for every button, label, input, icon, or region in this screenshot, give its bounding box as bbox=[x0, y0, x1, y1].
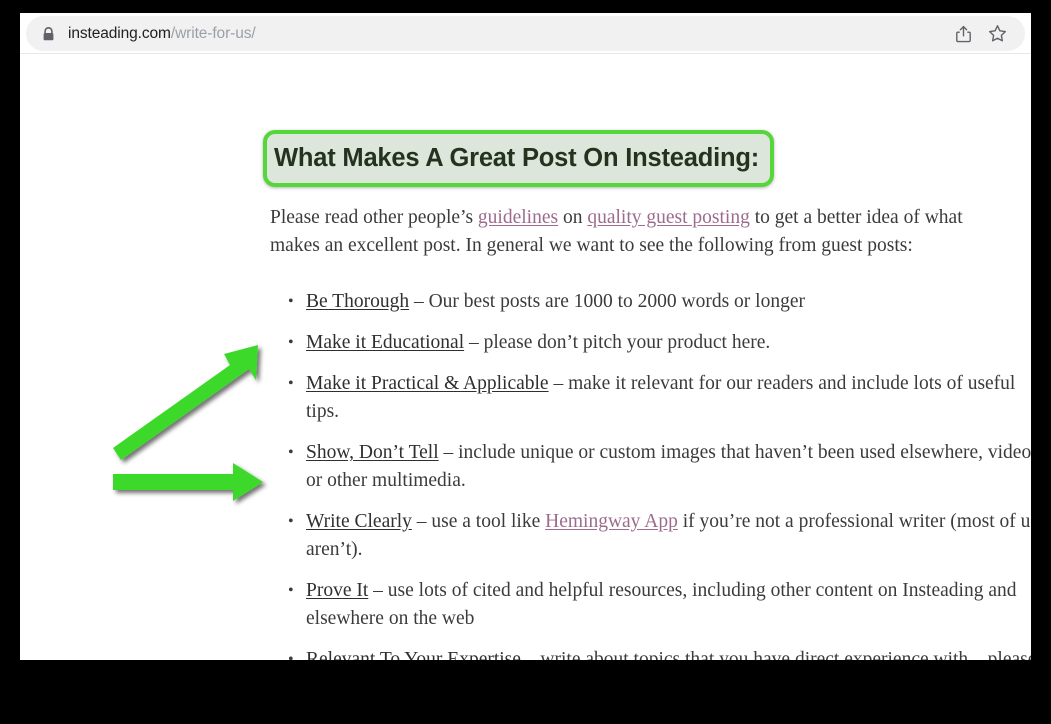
page-title: What Makes A Great Post On Insteading: bbox=[263, 130, 774, 188]
list-item-term: Be Thorough bbox=[306, 291, 410, 312]
list-item: Prove It – use lots of cited and helpful… bbox=[288, 577, 1031, 633]
screenshot-frame: insteading.com/write-for-us/ What Makes … bbox=[0, 0, 1051, 724]
list-item: Relevant To Your Expertise – write about… bbox=[288, 646, 1031, 660]
list-item-text-before: – use a tool like bbox=[411, 511, 546, 532]
guest-post-requirements-list: Be Thorough – Our best posts are 1000 to… bbox=[286, 288, 1031, 660]
list-item-text: – Our best posts are 1000 to 2000 words … bbox=[409, 291, 805, 312]
address-bar[interactable]: insteading.com/write-for-us/ bbox=[26, 16, 1025, 51]
diagonal-arrow-up-right-icon bbox=[113, 345, 258, 460]
list-item-text: – use lots of cited and helpful resource… bbox=[306, 580, 1017, 629]
list-item: Make it Practical & Applicable – make it… bbox=[288, 370, 1031, 426]
list-item-term: Show, Don’t Tell bbox=[306, 442, 439, 463]
list-item-term: Relevant To Your Expertise bbox=[306, 649, 521, 660]
heading-highlight-box: What Makes A Great Post On Insteading: bbox=[263, 130, 774, 188]
guidelines-link[interactable]: guidelines bbox=[478, 207, 558, 228]
url-domain: insteading.com bbox=[68, 24, 171, 42]
browser-window: insteading.com/write-for-us/ What Makes … bbox=[20, 13, 1031, 660]
intro-paragraph: Please read other people’s guidelines on… bbox=[270, 204, 970, 260]
list-item-term: Write Clearly bbox=[306, 511, 412, 532]
list-item: Make it Educational – please don’t pitch… bbox=[288, 329, 1031, 357]
list-item-term: Make it Practical & Applicable bbox=[306, 373, 549, 394]
list-item: Show, Don’t Tell – include unique or cus… bbox=[288, 439, 1031, 495]
share-icon[interactable] bbox=[949, 20, 977, 48]
horizontal-arrow-right-icon bbox=[113, 463, 263, 501]
list-item-text: – please don’t pitch your product here. bbox=[464, 332, 771, 353]
star-icon[interactable] bbox=[983, 20, 1011, 48]
hemingway-app-link[interactable]: Hemingway App bbox=[545, 511, 678, 532]
browser-toolbar: insteading.com/write-for-us/ bbox=[20, 13, 1031, 54]
list-item-term: Make it Educational bbox=[306, 332, 465, 353]
quality-guest-posting-link[interactable]: quality guest posting bbox=[587, 207, 750, 228]
page-content: What Makes A Great Post On Insteading: P… bbox=[20, 54, 1031, 660]
intro-text-1: Please read other people’s bbox=[270, 207, 478, 228]
list-item-term: Prove It bbox=[306, 580, 369, 601]
list-item: Be Thorough – Our best posts are 1000 to… bbox=[288, 288, 1031, 316]
lock-icon bbox=[42, 26, 55, 41]
list-item: Write Clearly – use a tool like Hemingwa… bbox=[288, 508, 1031, 564]
intro-text-2: on bbox=[558, 207, 588, 228]
url-text: insteading.com/write-for-us/ bbox=[68, 25, 949, 43]
url-path: /write-for-us/ bbox=[170, 24, 256, 42]
